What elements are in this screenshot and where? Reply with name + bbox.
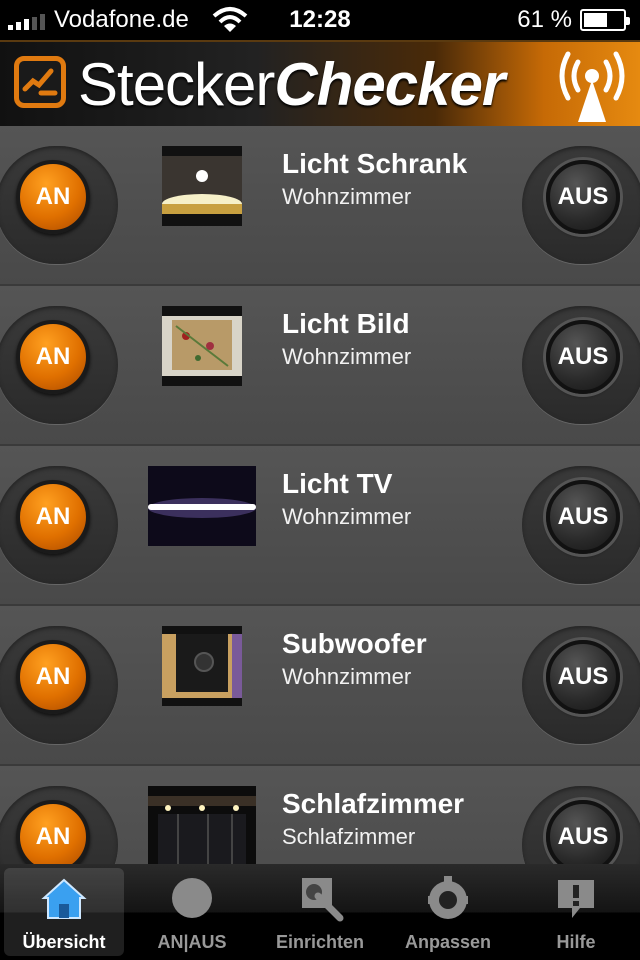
device-thumbnail <box>148 786 256 864</box>
device-thumbnail <box>162 146 242 226</box>
tab-einrichten[interactable]: Einrichten <box>256 864 384 960</box>
device-title: Schlafzimmer <box>282 788 465 819</box>
app-title: SteckerChecker <box>78 51 505 118</box>
device-row: AN Licht Bild Wohnzimmer AUS <box>0 286 640 446</box>
on-button-holder: AN <box>0 626 118 744</box>
device-title: Subwoofer <box>282 628 427 659</box>
device-title: Licht Bild <box>282 308 410 339</box>
off-button-holder: AUS <box>522 786 640 864</box>
tab-label: Hilfe <box>556 932 596 952</box>
device-room: Wohnzimmer <box>282 504 412 529</box>
off-button[interactable]: AUS <box>546 480 620 554</box>
tab-anpassen[interactable]: Anpassen <box>384 864 512 960</box>
status-bar: Vodafone.de 12:28 61 % <box>0 0 640 40</box>
on-button-holder: AN <box>0 786 118 864</box>
device-row: AN Subwoofer Wohnzimmer AUS <box>0 606 640 766</box>
app-logo-icon <box>14 56 66 108</box>
on-button[interactable]: AN <box>16 480 90 554</box>
device-row: AN Licht Schrank Wohnzimmer AUS <box>0 126 640 286</box>
help-bubble-icon <box>558 880 594 918</box>
antenna-icon[interactable] <box>556 46 628 124</box>
device-thumbnail <box>148 466 256 546</box>
device-title: Licht Schrank <box>282 148 468 179</box>
tab-label: Einrichten <box>275 932 364 952</box>
tab-label: Übersicht <box>22 932 106 952</box>
device-thumbnail <box>162 626 242 706</box>
on-button[interactable]: AN <box>16 800 90 864</box>
off-button-holder: AUS <box>522 626 640 744</box>
tab-label: AN|AUS <box>157 932 227 952</box>
on-button-holder: AN <box>0 146 118 264</box>
battery-percentage: 61 % <box>517 6 572 33</box>
device-title: Licht TV <box>282 468 393 499</box>
tab-bar: Übersicht AN|AUS Einrichten Anpassen Hil… <box>0 864 640 960</box>
app-title-part1: Stecker <box>78 51 275 118</box>
on-button-holder: AN <box>0 306 118 424</box>
gear-icon <box>428 876 468 919</box>
on-button[interactable]: AN <box>16 160 90 234</box>
device-room: Wohnzimmer <box>282 664 412 689</box>
off-button[interactable]: AUS <box>546 800 620 864</box>
on-button[interactable]: AN <box>16 640 90 714</box>
tab-uebersicht[interactable]: Übersicht <box>4 868 124 956</box>
device-thumbnail <box>162 306 242 386</box>
battery-icon <box>580 9 630 31</box>
device-room: Schlafzimmer <box>282 824 416 849</box>
tab-label: Anpassen <box>404 932 492 952</box>
off-button[interactable]: AUS <box>546 160 620 234</box>
circle-icon <box>172 878 212 918</box>
app-title-part2: Checker <box>274 51 505 118</box>
off-button-holder: AUS <box>522 466 640 584</box>
wrench-icon <box>302 878 344 922</box>
app-header: SteckerChecker <box>0 40 640 126</box>
device-list[interactable]: AN Licht Schrank Wohnzimmer AUS AN Licht… <box>0 126 640 864</box>
off-button-holder: AUS <box>522 306 640 424</box>
tab-hilfe[interactable]: Hilfe <box>512 864 640 960</box>
on-button[interactable]: AN <box>16 320 90 394</box>
device-row: AN Licht TV Wohnzimmer AUS <box>0 446 640 606</box>
off-button[interactable]: AUS <box>546 640 620 714</box>
off-button-holder: AUS <box>522 146 640 264</box>
on-button-holder: AN <box>0 466 118 584</box>
tab-an-aus[interactable]: AN|AUS <box>128 864 256 960</box>
device-row: AN Schlafzimmer Schlafzimmer AUS <box>0 766 640 864</box>
device-room: Wohnzimmer <box>282 344 412 369</box>
home-icon <box>41 878 87 919</box>
device-room: Wohnzimmer <box>282 184 412 209</box>
off-button[interactable]: AUS <box>546 320 620 394</box>
